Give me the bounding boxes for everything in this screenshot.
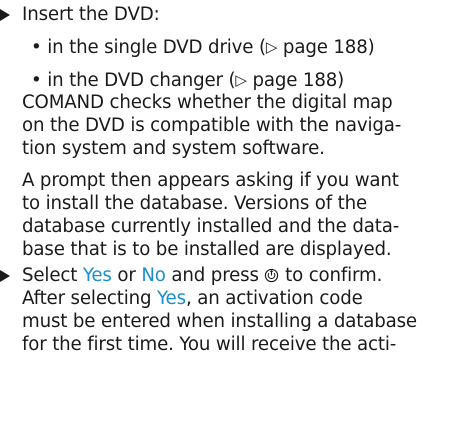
manual-page: Insert the DVD: • in the single DVD driv… (0, 0, 461, 435)
triangle-bullet-icon (0, 270, 10, 282)
substep-text: in the DVD changer ( (47, 70, 236, 91)
step-continuation: After selecting Yes, an activation code (22, 288, 363, 310)
step-text: or (111, 265, 142, 286)
page-reference[interactable]: page 188) (247, 70, 344, 91)
para-line: to install the database. Versions of the (22, 193, 368, 214)
step-insert-dvd: Insert the DVD: (0, 4, 160, 26)
controller-knob-icon (265, 268, 279, 283)
para-line: for the first time. You will receive the… (22, 334, 397, 355)
step-text: After selecting (22, 288, 158, 309)
step-text: Select (22, 265, 83, 286)
no-option[interactable]: No (141, 265, 166, 286)
para-line: A prompt then appears asking if you want (22, 170, 399, 191)
step-text: , an activation code (185, 288, 363, 309)
para-line: database currently installed and the dat… (22, 216, 400, 237)
step-select-yes-no: Select Yes or No and press to confirm. (0, 265, 382, 287)
yes-option[interactable]: Yes (157, 288, 186, 309)
substep-changer: • in the DVD changer (▷ page 188) (31, 70, 344, 92)
step-text: Insert the DVD: (22, 4, 160, 25)
page-reference[interactable]: page 188) (277, 37, 375, 58)
substep-single-drive: • in the single DVD drive (▷ page 188) (31, 37, 375, 59)
para-line: tion system and system software. (22, 138, 325, 159)
para-line: must be entered when installing a databa… (22, 311, 417, 332)
yes-option[interactable]: Yes (83, 265, 112, 286)
bullet: • (31, 70, 42, 91)
para-line: base that is to be installed are display… (22, 239, 392, 260)
para-line: on the DVD is compatible with the naviga… (22, 115, 402, 136)
triangle-bullet-icon (0, 9, 10, 21)
bullet: • (31, 37, 42, 58)
step-text: and press (165, 265, 265, 286)
step-text: to confirm. (279, 265, 383, 286)
page-reference-icon: ▷ (235, 71, 247, 89)
page-reference-icon: ▷ (265, 38, 278, 56)
para-line: COMAND checks whether the digital map (22, 92, 393, 113)
substep-text: in the single DVD drive ( (47, 37, 266, 58)
